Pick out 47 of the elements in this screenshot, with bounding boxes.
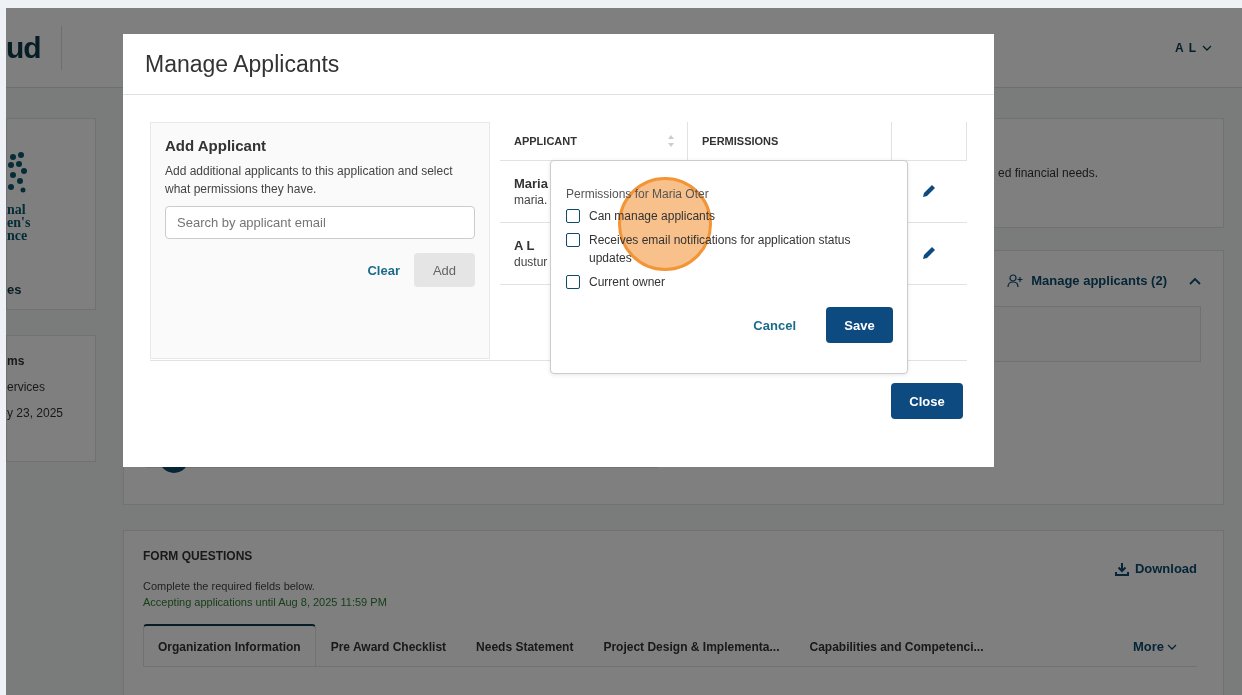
section-title: FORM QUESTIONS (143, 549, 253, 565)
column-header: APPLICANT (514, 135, 577, 147)
form-tab[interactable]: Organization Information (143, 624, 316, 666)
checkbox[interactable] (566, 275, 580, 289)
form-tab[interactable]: Project Design & Implementa... (588, 625, 795, 666)
search-field[interactable]: Search by applicant email (165, 206, 475, 239)
chevron-down-icon (1167, 643, 1177, 650)
flower-logo-icon (7, 151, 27, 195)
more-button[interactable]: More (1132, 639, 1197, 666)
edit-button[interactable] (921, 183, 938, 200)
form-tab[interactable]: Needs Statement (461, 625, 589, 666)
checkbox[interactable] (566, 233, 580, 247)
dialog-title: Manage Applicants (145, 50, 340, 78)
person-add-icon (1007, 273, 1024, 288)
cancel-button[interactable]: Cancel (753, 317, 796, 333)
panel-title: Add Applicant (165, 137, 268, 154)
user-menu[interactable]: A L (1169, 39, 1218, 56)
deadline-text: Accepting applications until Aug 8, 2025 11:59 PM (143, 596, 388, 608)
info-text: y 23, 2025 (7, 406, 65, 420)
logo-text: ud (6, 30, 41, 65)
manage-applicants-button[interactable]: Manage applicants (2) (1031, 273, 1167, 288)
applicant-name: A L (514, 238, 535, 253)
clear-button[interactable]: Clear (367, 262, 400, 278)
instructions-text: Complete the required fields below. (143, 580, 316, 592)
checkbox-label: Current owner (589, 274, 666, 291)
form-tab[interactable]: Capabilities and Competenci... (794, 625, 999, 666)
applicant-name: Maria (514, 176, 548, 191)
org-link[interactable]: es (7, 282, 95, 297)
pencil-icon (921, 245, 936, 260)
close-button[interactable]: Close (891, 383, 963, 419)
download-icon (1114, 561, 1129, 576)
summary-text: ed financial needs. (998, 166, 1099, 180)
info-text: ervices (7, 380, 46, 394)
organization-logo-text: nal en's nce (7, 203, 32, 242)
info-title: ms (7, 354, 26, 368)
applicant-email: maria. (514, 193, 548, 207)
checkbox[interactable] (566, 209, 580, 223)
form-tab[interactable]: Pre Award Checklist (315, 625, 462, 666)
edit-button[interactable] (921, 245, 938, 262)
pencil-icon (921, 183, 936, 198)
download-button[interactable]: Download (1114, 561, 1197, 576)
panel-description: Add additional applicants to this application and select what permissions they have. (165, 163, 454, 198)
column-header: PERMISSIONS (702, 135, 779, 147)
chevron-down-icon (1202, 44, 1212, 51)
applicant-email: dustur (514, 255, 548, 269)
sort-icon (667, 134, 675, 148)
save-button[interactable]: Save (826, 307, 893, 343)
